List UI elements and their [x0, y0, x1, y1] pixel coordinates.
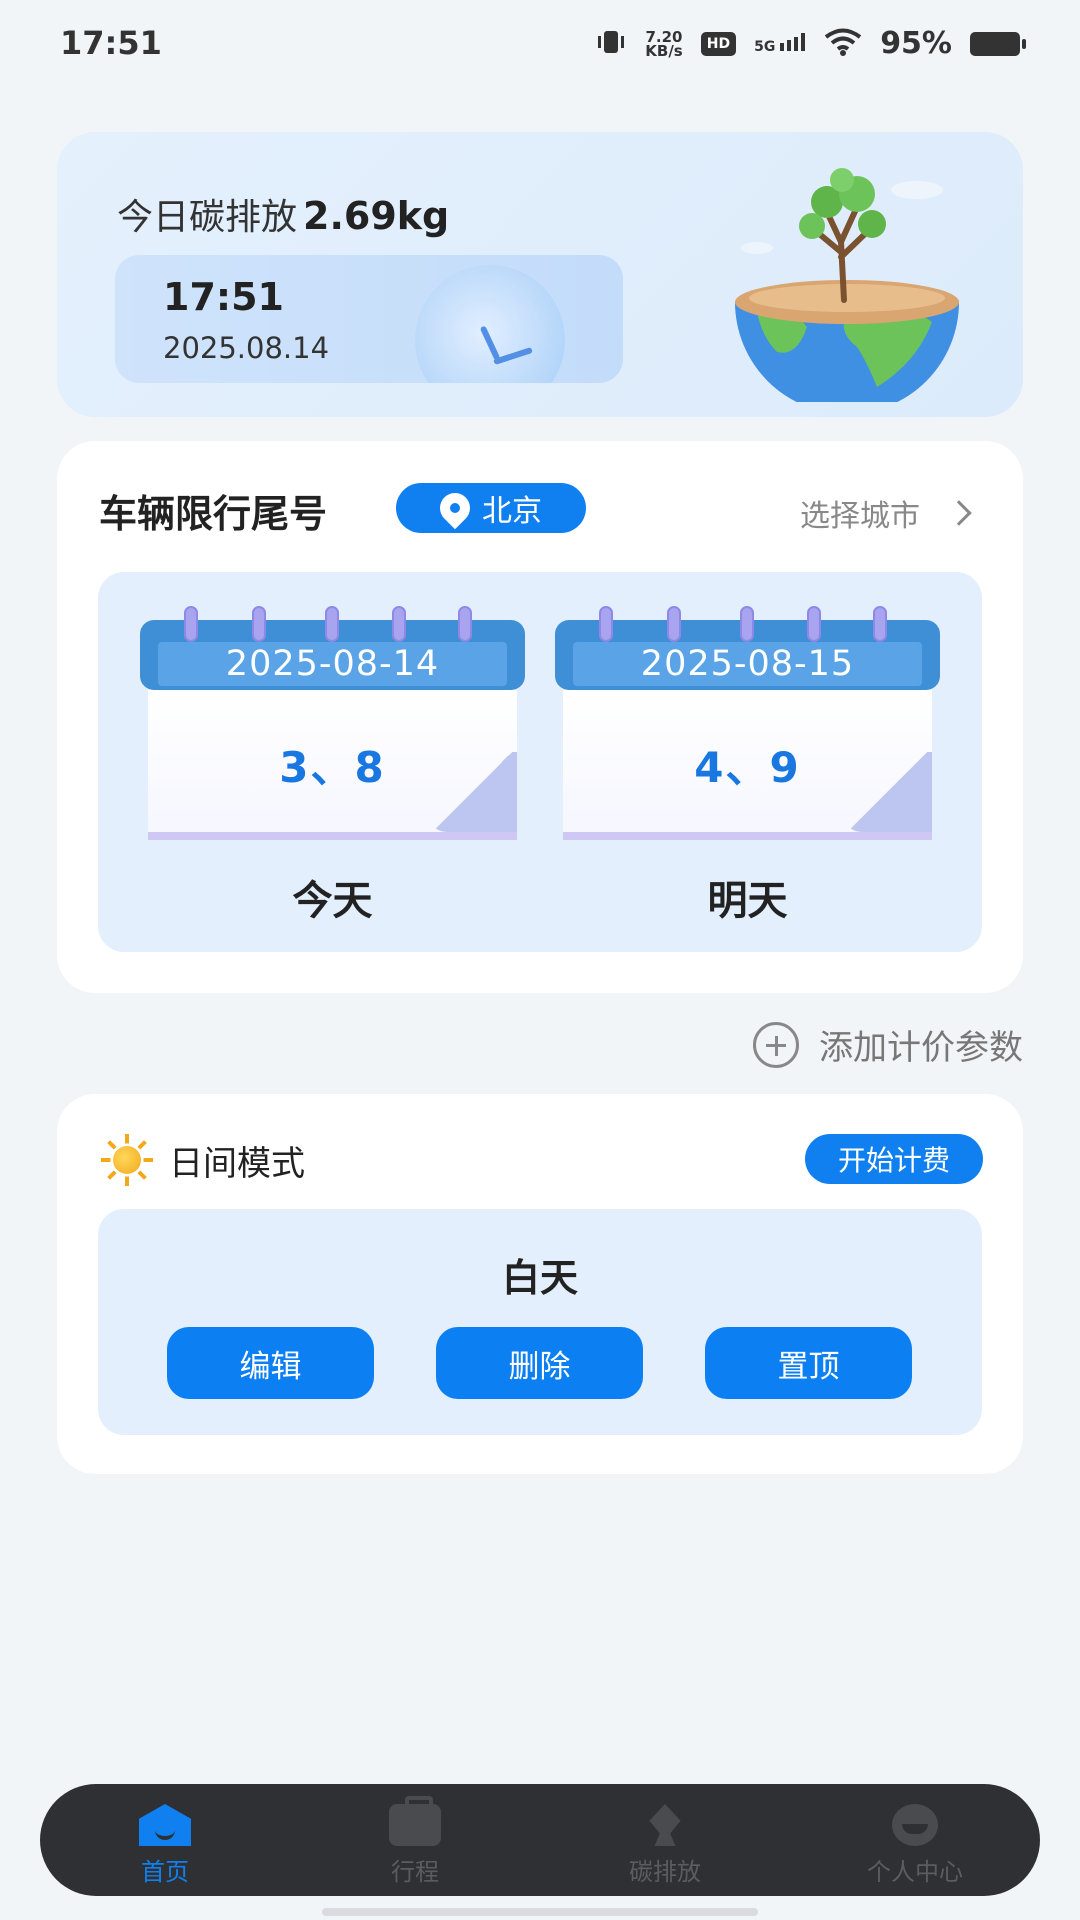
mode-card: 日间模式 开始计费 白天 编辑 删除 置顶 [57, 1094, 1023, 1474]
nav-profile[interactable]: 个人中心 [790, 1784, 1040, 1896]
nav-trips[interactable]: 行程 [290, 1784, 540, 1896]
status-bar: 17:51 7.20 KB/s HD 5G 95% [0, 0, 1080, 90]
alarm-clock-icon [415, 265, 565, 383]
hd-icon: HD [700, 31, 737, 56]
calendar-area: 2025-08-14 3、8 今天 2025-08-15 4、9 明天 [98, 572, 982, 952]
carbon-today: 今日碳排放 2.69kg [117, 188, 449, 240]
restriction-card: 车辆限行尾号 北京 选择城市 2025-08-14 3、8 今天 2025-08… [57, 441, 1023, 993]
pin-top-button[interactable]: 置顶 [705, 1327, 912, 1399]
profile-icon [892, 1804, 938, 1846]
restricted-numbers: 3、8 [279, 743, 386, 792]
net-speed: 7.20 KB/s [645, 27, 683, 60]
calendar-ring-icon [873, 606, 887, 642]
status-icons: 7.20 KB/s HD 5G 95% [595, 26, 1026, 61]
day-label: 今天 [292, 878, 373, 924]
add-param-label: 添加计价参数 [819, 1028, 1023, 1068]
battery-percent: 95% [880, 26, 952, 61]
day-label: 明天 [707, 878, 788, 924]
mode-title: 日间模式 [169, 1144, 305, 1184]
calendar-date: 2025-08-15 [573, 642, 922, 686]
bottom-nav: 首页 行程 碳排放 个人中心 [40, 1784, 1040, 1896]
status-time: 17:51 [60, 24, 162, 62]
calendar-ring-icon [667, 606, 681, 642]
calendar-ring-icon [458, 606, 472, 642]
carbon-value: 2.69kg [303, 194, 450, 238]
calendar-ring-icon [392, 606, 406, 642]
nav-label: 首页 [141, 1858, 189, 1886]
nav-home[interactable]: 首页 [40, 1784, 290, 1896]
home-icon [139, 1804, 191, 1846]
calendar-ring-icon [599, 606, 613, 642]
clock-time: 17:51 [163, 275, 284, 319]
location-pin-icon [433, 486, 477, 530]
calendar-date: 2025-08-14 [158, 642, 507, 686]
edit-button[interactable]: 编辑 [167, 1327, 374, 1399]
city-badge[interactable]: 北京 [396, 483, 586, 533]
calendar-ring-icon [807, 606, 821, 642]
add-pricing-param-button[interactable]: 添加计价参数 [753, 1020, 1023, 1069]
nav-label: 个人中心 [867, 1858, 963, 1886]
delete-button[interactable]: 删除 [436, 1327, 643, 1399]
chevron-right-icon [946, 500, 972, 526]
nav-label: 行程 [391, 1858, 439, 1886]
sun-icon [101, 1134, 153, 1186]
signal-icon: 5G [754, 32, 806, 55]
briefcase-icon [389, 1796, 441, 1846]
start-billing-button[interactable]: 开始计费 [805, 1134, 983, 1184]
earth-tree-icon [735, 168, 959, 402]
battery-icon [970, 31, 1026, 56]
carbon-card[interactable]: 今日碳排放 2.69kg 17:51 2025.08.14 [57, 132, 1023, 417]
leaf-icon [649, 1804, 681, 1846]
restriction-title: 车辆限行尾号 [99, 492, 328, 536]
choose-city-link[interactable]: 选择城市 [800, 491, 972, 535]
calendar-ring-icon [252, 606, 266, 642]
restricted-numbers: 4、9 [694, 743, 801, 792]
calendar-today: 2025-08-14 3、8 [140, 606, 525, 840]
nav-label: 碳排放 [629, 1858, 701, 1886]
clock-box: 17:51 2025.08.14 [115, 255, 623, 383]
calendar-ring-icon [325, 606, 339, 642]
vibrate-icon [595, 29, 627, 59]
plus-circle-icon [753, 1021, 799, 1068]
carbon-label: 今日碳排放 [117, 197, 298, 238]
city-name: 北京 [482, 494, 542, 529]
clock-date: 2025.08.14 [163, 331, 330, 365]
calendar-ring-icon [184, 606, 198, 642]
mode-name: 白天 [501, 1256, 578, 1300]
choose-city-label: 选择城市 [800, 499, 920, 534]
wifi-icon [824, 28, 862, 60]
mode-item: 白天 编辑 删除 置顶 [98, 1209, 982, 1435]
calendar-tomorrow: 2025-08-15 4、9 [555, 606, 940, 840]
home-indicator[interactable] [322, 1908, 758, 1916]
calendar-ring-icon [740, 606, 754, 642]
nav-carbon[interactable]: 碳排放 [540, 1784, 790, 1896]
